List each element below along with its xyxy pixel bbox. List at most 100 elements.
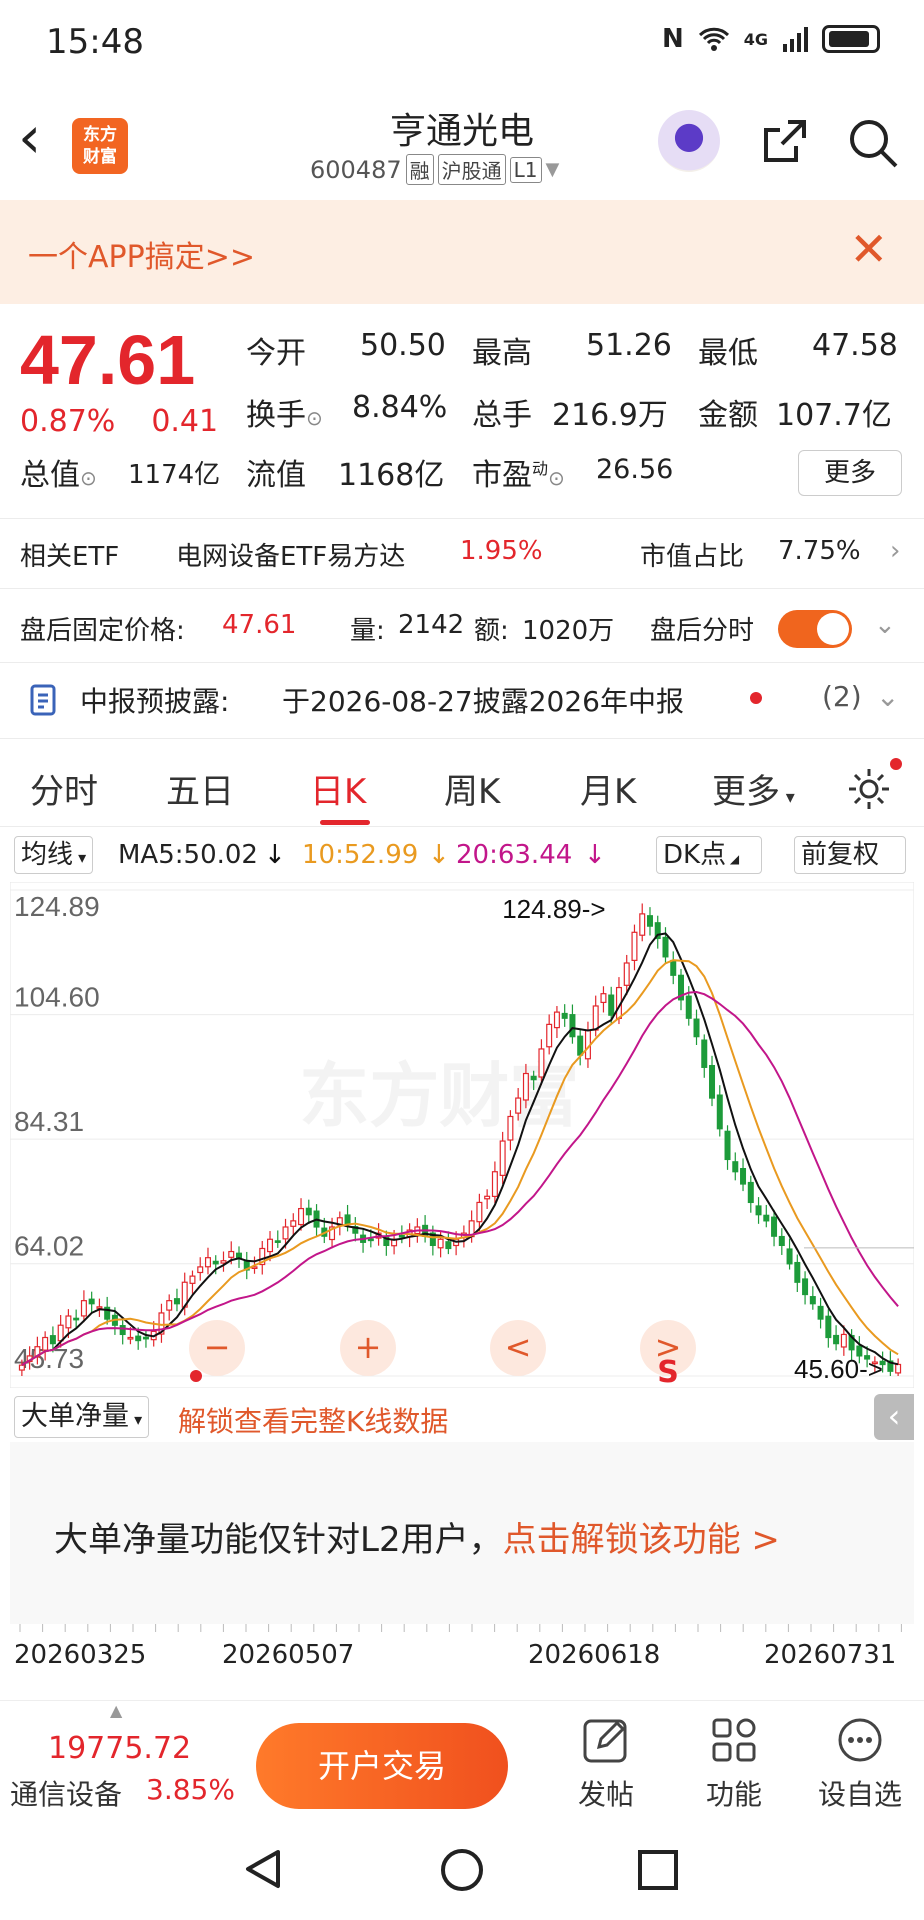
y-tick-label: 84.31 xyxy=(14,1106,84,1137)
fund-flow-select[interactable]: 大单净量 ▾ xyxy=(14,1396,150,1438)
promo-text: 一个APP搞定>> xyxy=(28,240,255,275)
candle xyxy=(530,1075,537,1081)
candle xyxy=(577,1035,584,1056)
candle xyxy=(701,1039,708,1068)
candle xyxy=(49,1335,56,1345)
nav-home-icon[interactable] xyxy=(438,1846,486,1894)
unlock-feature-link[interactable]: 点击解锁该功能 > xyxy=(503,1520,780,1560)
edit-icon xyxy=(583,1719,627,1763)
promo-banner[interactable]: 一个APP搞定>> ✕ xyxy=(0,200,924,304)
volume-value: 216.9万 xyxy=(552,398,668,433)
candle xyxy=(476,1201,483,1223)
low-price-marker: 45.60-> xyxy=(794,1354,883,1384)
nav-back-icon[interactable] xyxy=(240,1846,286,1892)
candle xyxy=(608,994,615,1016)
quote-panel: 47.61 0.87% 0.41 今开 50.50 最高 51.26 最低 47… xyxy=(0,304,924,500)
assistant-avatar-icon[interactable] xyxy=(658,110,720,172)
system-nav-bar xyxy=(0,1820,924,1920)
candle xyxy=(42,1336,49,1351)
candle xyxy=(173,1298,180,1305)
stock-code-row[interactable]: 600487 融 沪股通 L1 ▼ xyxy=(310,154,559,185)
dk-point-button[interactable]: DK点 ◢ xyxy=(656,836,762,874)
after-hours-toggle[interactable] xyxy=(778,610,852,648)
active-tab-indicator xyxy=(320,820,370,825)
open-item: 今开 xyxy=(246,336,306,371)
tab-week-k[interactable]: 周K xyxy=(444,764,500,813)
s-point-label: S xyxy=(657,1355,679,1388)
candle xyxy=(631,931,638,961)
candle xyxy=(639,913,646,936)
tab-timeshare[interactable]: 分时 xyxy=(30,764,98,813)
candle xyxy=(724,1130,731,1161)
ma5-arrow: ↓ xyxy=(264,840,286,870)
add-watchlist-button[interactable]: 设自选 xyxy=(810,1715,910,1813)
period-tabs: 分时 五日 日K 周K 月K 更多 ▾ xyxy=(0,752,924,826)
after-hours-amt: 1020万 xyxy=(522,616,615,646)
chevron-down-icon[interactable]: ⌄ xyxy=(874,610,896,640)
more-button[interactable]: 更多 xyxy=(798,450,902,496)
divider xyxy=(0,588,924,589)
adjust-button[interactable]: 前复权 xyxy=(794,836,906,874)
candle xyxy=(662,936,669,958)
candle xyxy=(623,962,630,986)
close-icon[interactable]: ✕ xyxy=(849,222,888,276)
candle xyxy=(522,1072,529,1101)
stock-code: 600487 xyxy=(310,155,402,184)
chevron-down-icon: ⌄ xyxy=(876,680,900,713)
price-change-row: 0.87% 0.41 xyxy=(20,404,218,439)
candle xyxy=(166,1300,173,1311)
nfc-icon: N xyxy=(661,24,684,54)
collapse-chevron-left-icon[interactable]: ‹ xyxy=(874,1394,914,1440)
candle xyxy=(189,1275,196,1284)
candle xyxy=(553,1011,560,1029)
grid-icon xyxy=(712,1718,756,1762)
mktcap-label: 总值⊙ xyxy=(20,458,97,493)
high-price-marker: 124.89-> xyxy=(502,894,605,924)
info-icon[interactable]: ⊙ xyxy=(80,466,97,490)
candle xyxy=(96,1306,103,1309)
volume-label: 总手 xyxy=(472,398,532,433)
candle xyxy=(127,1336,134,1340)
nav-recents-icon[interactable] xyxy=(636,1848,680,1892)
candle xyxy=(794,1261,801,1283)
tab-month-k[interactable]: 月K xyxy=(580,764,636,813)
ma-select[interactable]: 均线 ▾ xyxy=(14,836,94,874)
battery-icon xyxy=(822,25,880,53)
bottom-action-bar: ▲ 19775.72 通信设备 3.85% 开户交易 发帖 功能 设自选 xyxy=(0,1700,924,1820)
tab-day-k[interactable]: 日K xyxy=(310,764,366,813)
function-button[interactable]: 功能 xyxy=(684,1715,784,1813)
candle xyxy=(515,1097,522,1114)
search-icon[interactable] xyxy=(846,116,900,170)
control-label: − xyxy=(204,1328,231,1366)
index-value[interactable]: 19775.72 xyxy=(48,1731,191,1766)
info-icon[interactable]: ⊙ xyxy=(548,466,565,490)
candle xyxy=(709,1064,716,1099)
candle xyxy=(670,959,677,976)
post-button[interactable]: 发帖 xyxy=(556,1715,656,1813)
tab-more[interactable]: 更多 ▾ xyxy=(712,764,795,813)
etf-ratio: 7.75% xyxy=(778,536,861,566)
candle xyxy=(685,995,692,1019)
kline-chart[interactable]: 124.89104.6084.3164.0245.73东方财富124.89->4… xyxy=(10,882,914,1388)
share-icon[interactable] xyxy=(758,116,810,168)
candle xyxy=(119,1325,126,1336)
etf-percent: 1.95% xyxy=(460,536,543,566)
info-icon[interactable]: ⊙ xyxy=(306,406,323,430)
candle xyxy=(204,1257,211,1268)
tab-five-day[interactable]: 五日 xyxy=(166,764,234,813)
candle xyxy=(80,1300,87,1317)
turnover-value: 8.84% xyxy=(352,390,448,425)
candle xyxy=(895,1363,902,1374)
unlock-kline-link[interactable]: 解锁查看完整K线数据 xyxy=(178,1400,448,1440)
candle xyxy=(833,1334,840,1345)
date-ticks xyxy=(19,1624,902,1632)
ma20-arrow: ↓ xyxy=(584,840,606,870)
settings-gear-icon[interactable] xyxy=(846,766,892,812)
date-axis: 20260325 20260507 20260618 20260731 xyxy=(0,1624,924,1676)
status-icons: N 4G xyxy=(662,24,880,54)
signal-icon xyxy=(783,27,808,52)
candle xyxy=(561,1012,568,1019)
etf-label: 相关ETF xyxy=(20,542,120,572)
open-account-trade-button[interactable]: 开户交易 xyxy=(256,1723,508,1809)
high-label: 最高 xyxy=(472,336,532,371)
